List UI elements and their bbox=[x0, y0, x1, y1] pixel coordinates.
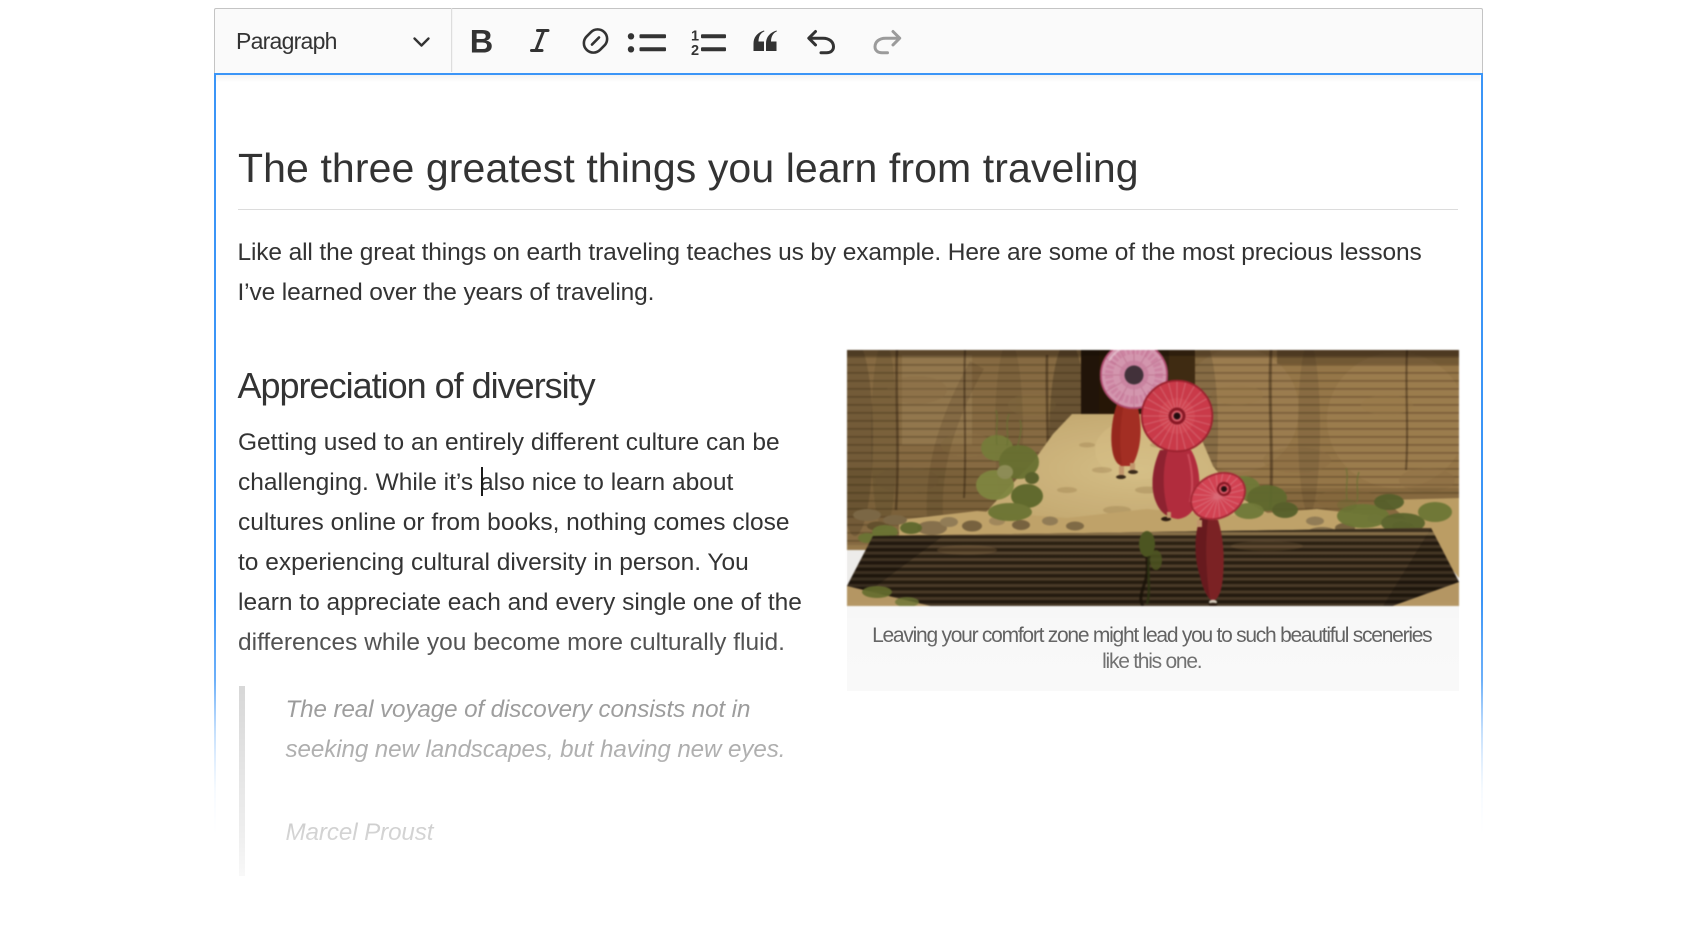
svg-text:B: B bbox=[469, 23, 492, 59]
svg-text:2: 2 bbox=[691, 43, 699, 59]
